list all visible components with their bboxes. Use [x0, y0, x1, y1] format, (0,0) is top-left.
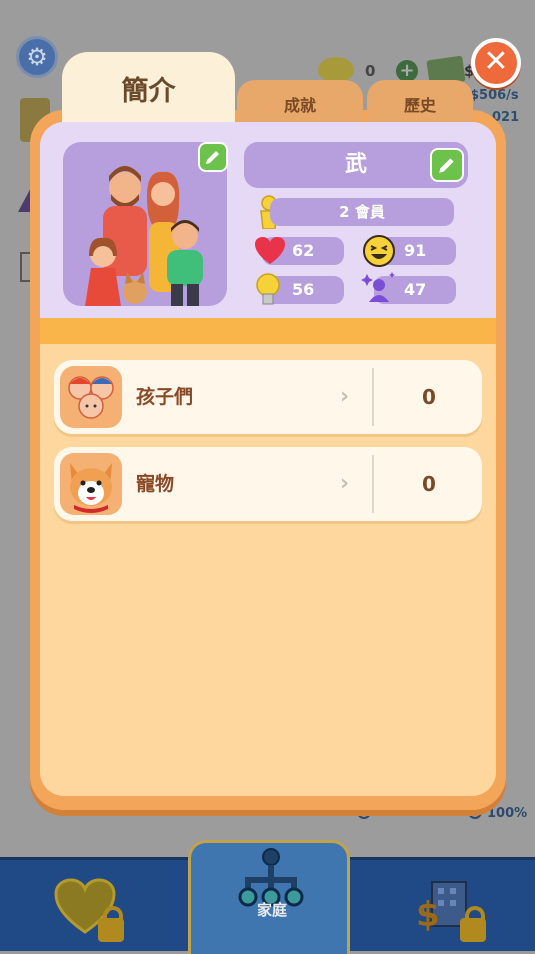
family-nav-label: 家庭: [256, 901, 287, 919]
profile-divider-strip: [40, 318, 496, 344]
member-count: 2 會員: [270, 198, 454, 226]
chevron-right-icon: ›: [340, 384, 350, 409]
income-rate: $506/s: [470, 88, 519, 103]
children-label: 孩子們: [136, 386, 194, 408]
add-coin-icon: +: [396, 60, 418, 82]
progress-label: 100%: [487, 806, 528, 821]
panel-content: 武 2 會員 62 91 56 47 孩子們 › 0 寵物 › 0: [40, 122, 496, 796]
pencil-icon: [439, 158, 454, 173]
svg-text:$: $: [416, 895, 440, 935]
chevron-right-icon: ›: [340, 471, 350, 496]
profile-card: 武 2 會員 62 91 56 47: [40, 122, 496, 318]
children-icon: [60, 366, 122, 428]
pets-row[interactable]: 寵物 › 0: [54, 447, 482, 521]
coin-value: 0: [365, 62, 376, 80]
pets-label: 寵物: [136, 473, 175, 495]
bottom-nav: 家庭 $: [0, 840, 535, 954]
settings-gear-icon: ⚙: [16, 36, 58, 78]
laughing-face-icon: [363, 235, 395, 267]
row-divider: [372, 455, 374, 513]
pets-count: 0: [422, 472, 436, 496]
edit-name-button[interactable]: [430, 148, 464, 182]
lock-icon: [98, 906, 124, 942]
lock-icon: [460, 906, 486, 942]
family-nav-tab[interactable]: 家庭: [188, 840, 350, 954]
social-person-icon: [361, 272, 395, 302]
heart-icon: [255, 237, 285, 264]
close-button[interactable]: ✕: [471, 38, 521, 88]
lightbulb-icon: [256, 273, 280, 305]
pencil-icon: [206, 151, 219, 164]
children-count: 0: [422, 385, 436, 409]
row-divider: [372, 368, 374, 426]
corgi-icon: [60, 453, 122, 515]
children-row[interactable]: 孩子們 › 0: [54, 360, 482, 434]
edit-photo-button[interactable]: [198, 142, 228, 172]
